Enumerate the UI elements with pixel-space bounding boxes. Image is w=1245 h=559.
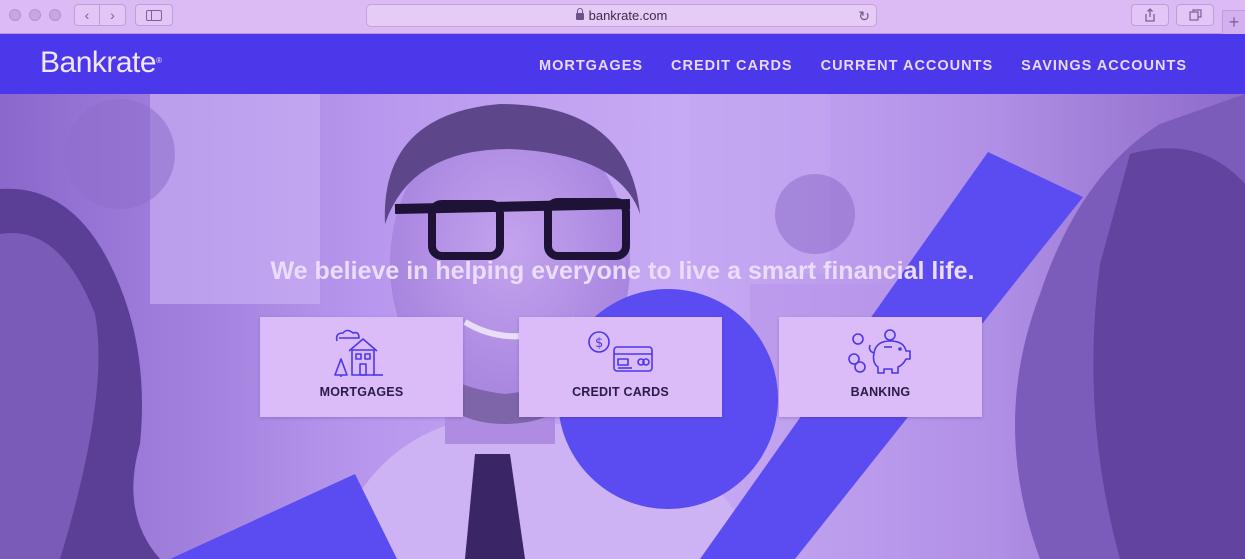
site-header: Bankrate® MORTGAGES CREDIT CARDS CURRENT… — [0, 34, 1245, 94]
nav-credit-cards[interactable]: CREDIT CARDS — [671, 58, 793, 74]
logo-text: Bankrate — [40, 46, 157, 79]
main-nav: MORTGAGES CREDIT CARDS CURRENT ACCOUNTS … — [539, 58, 1187, 74]
mortgages-card[interactable]: MORTGAGES — [260, 317, 463, 417]
browser-toolbar: ‹ › bankrate.com ↻ + — [0, 0, 1245, 34]
bankrate-logo[interactable]: Bankrate® — [40, 46, 162, 80]
house-icon — [333, 329, 383, 377]
share-button[interactable] — [1131, 4, 1169, 26]
forward-icon[interactable]: › — [100, 5, 125, 25]
nav-mortgages[interactable]: MORTGAGES — [539, 58, 643, 74]
window-close-button[interactable] — [9, 9, 21, 21]
back-icon[interactable]: ‹ — [75, 5, 101, 25]
address-bar[interactable]: bankrate.com ↻ — [366, 4, 877, 27]
card-label: CREDIT CARDS — [572, 385, 669, 399]
banking-card[interactable]: BANKING — [779, 317, 982, 417]
reload-icon[interactable]: ↻ — [858, 8, 870, 25]
card-label: BANKING — [850, 385, 911, 399]
history-nav: ‹ › — [74, 4, 126, 26]
card-label: MORTGAGES — [319, 385, 404, 399]
lock-icon — [575, 8, 584, 20]
new-tab-icon[interactable]: + — [1222, 10, 1245, 34]
window-minimize-button[interactable] — [29, 9, 41, 21]
share-icon — [1145, 8, 1155, 22]
credit-card-icon: $ — [587, 331, 653, 372]
svg-text:$: $ — [595, 336, 603, 351]
nav-savings-accounts[interactable]: SAVINGS ACCOUNTS — [1021, 58, 1187, 74]
registered-mark: ® — [156, 56, 162, 65]
nav-current-accounts[interactable]: CURRENT ACCOUNTS — [821, 58, 994, 74]
show-tabs-button[interactable] — [1176, 4, 1214, 26]
url-text: bankrate.com — [588, 8, 668, 23]
piggy-bank-icon — [847, 329, 911, 374]
hero-headline: We believe in helping everyone to live a… — [270, 257, 975, 285]
window-maximize-button[interactable] — [49, 9, 61, 21]
hero-section: We believe in helping everyone to live a… — [0, 94, 1245, 559]
sidebar-toggle-button[interactable] — [135, 4, 173, 26]
credit-cards-card[interactable]: $ CREDIT CARDS — [519, 317, 722, 417]
sidebar-icon — [146, 9, 162, 21]
tabs-icon — [1188, 9, 1202, 21]
